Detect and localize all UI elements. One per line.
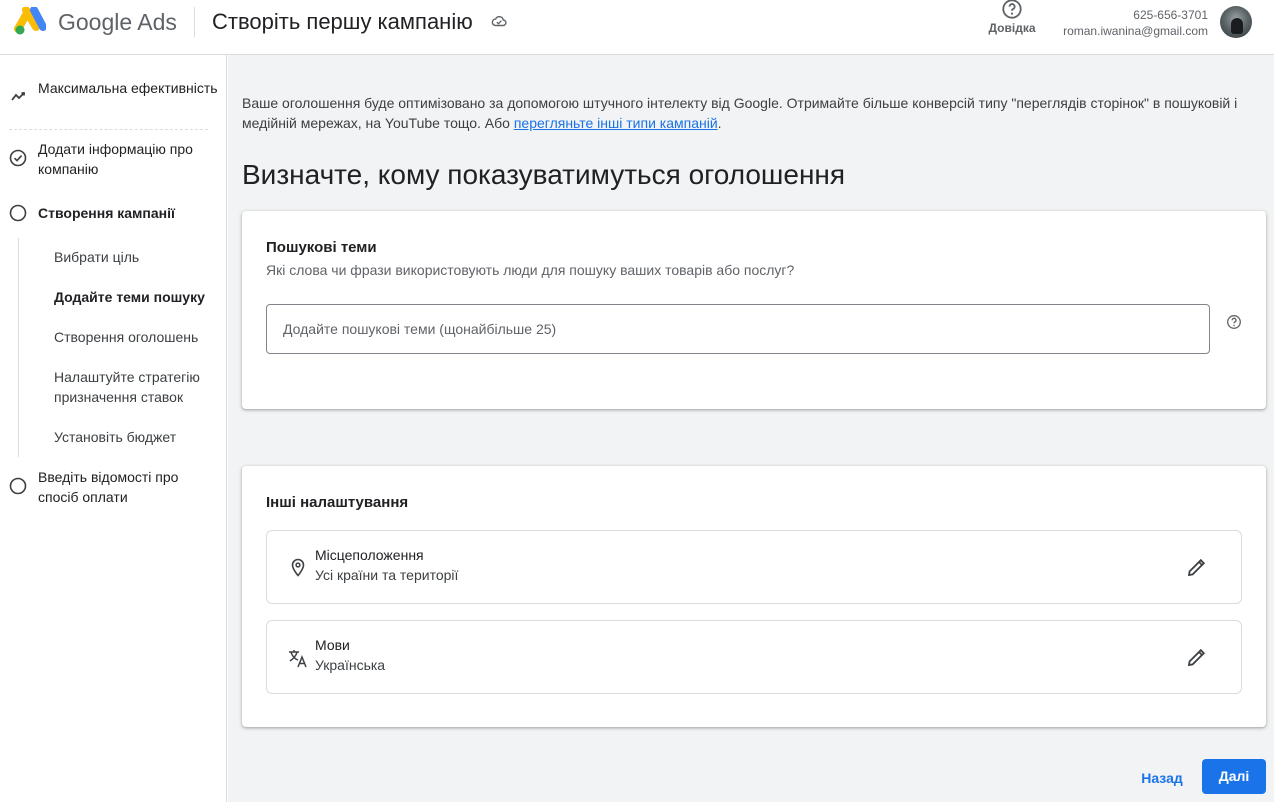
account-phone: 625-656-3701 (1133, 8, 1208, 22)
substep-budget[interactable]: Установіть бюджет (54, 427, 219, 447)
cloud-saved-icon (491, 15, 507, 27)
progress-sidebar: Максимальна ефективність Додати інформац… (0, 55, 227, 802)
performance-icon (11, 92, 25, 101)
language-setting-row[interactable]: Мови Українська (266, 620, 1242, 694)
card-subtitle: Які слова чи фрази використовують люди д… (266, 262, 795, 278)
account-email: roman.iwanina@gmail.com (1063, 24, 1208, 38)
location-pin-icon (291, 558, 305, 577)
substep-search-themes[interactable]: Додайте теми пошуку (54, 287, 219, 307)
other-settings-card: Інші налаштування Місцеположення Усі кра… (242, 466, 1266, 727)
circle-icon (9, 204, 27, 222)
next-button[interactable]: Далі (1202, 759, 1266, 794)
search-themes-input[interactable] (283, 318, 1183, 340)
intro-text: Ваше оголошення буде оптимізовано за доп… (242, 93, 1252, 133)
substep-choose-goal[interactable]: Вибрати ціль (54, 247, 219, 267)
search-themes-field[interactable] (266, 304, 1210, 354)
edit-pencil-icon[interactable] (1185, 555, 1209, 579)
back-button[interactable]: Назад (1134, 761, 1190, 795)
intro-body: Ваше оголошення буде оптимізовано за доп… (242, 95, 1238, 131)
brand-name: Google Ads (58, 9, 177, 35)
substep-line (18, 238, 19, 457)
help-circle-icon[interactable] (1226, 314, 1242, 330)
top-bar: Google Ads Створіть першу кампанію Довід… (0, 0, 1274, 55)
card-title: Інші налаштування (266, 494, 409, 511)
step-label: Введіть відомості про спосіб оплати (38, 469, 179, 505)
substep-bidding[interactable]: Налаштуйте стратегію призначення ставок (54, 367, 219, 407)
section-heading: Визначте, кому показуватимуться оголошен… (242, 159, 846, 190)
page-title: Створіть першу кампанію (212, 9, 473, 34)
step-label: Додати інформацію про компанію (38, 141, 193, 177)
step-label: Створення кампанії (38, 205, 175, 221)
main-content: Ваше оголошення буде оптимізовано за доп… (228, 55, 1274, 802)
location-setting-row[interactable]: Місцеположення Усі країни та території (266, 530, 1242, 604)
other-campaign-types-link[interactable]: перегляньте інші типи кампаній (514, 115, 718, 131)
check-circle-icon (9, 149, 27, 167)
card-title: Пошукові теми (266, 239, 377, 256)
circle-icon (9, 477, 27, 495)
intro-end: . (717, 115, 722, 131)
help-button[interactable]: Довідка (986, 0, 1038, 35)
account-info[interactable]: 625-656-3701 roman.iwanina@gmail.com (1063, 7, 1208, 39)
setting-label: Мови (315, 637, 350, 653)
setting-label: Місцеположення (315, 547, 424, 563)
setting-value: Українська (315, 657, 386, 673)
search-themes-card: Пошукові теми Які слова чи фрази викорис… (242, 211, 1266, 409)
translate-icon (289, 650, 307, 668)
edit-pencil-icon[interactable] (1185, 645, 1209, 669)
avatar[interactable] (1220, 6, 1252, 38)
help-circle-icon (1002, 0, 1022, 19)
header-divider (194, 7, 195, 37)
step-label: Максимальна ефективність (38, 80, 218, 96)
step-divider (9, 129, 208, 130)
help-label: Довідка (988, 21, 1036, 35)
substep-create-ads[interactable]: Створення оголошень (54, 327, 219, 347)
setting-value: Усі країни та території (315, 567, 459, 583)
google-ads-logo-icon[interactable] (14, 7, 46, 37)
